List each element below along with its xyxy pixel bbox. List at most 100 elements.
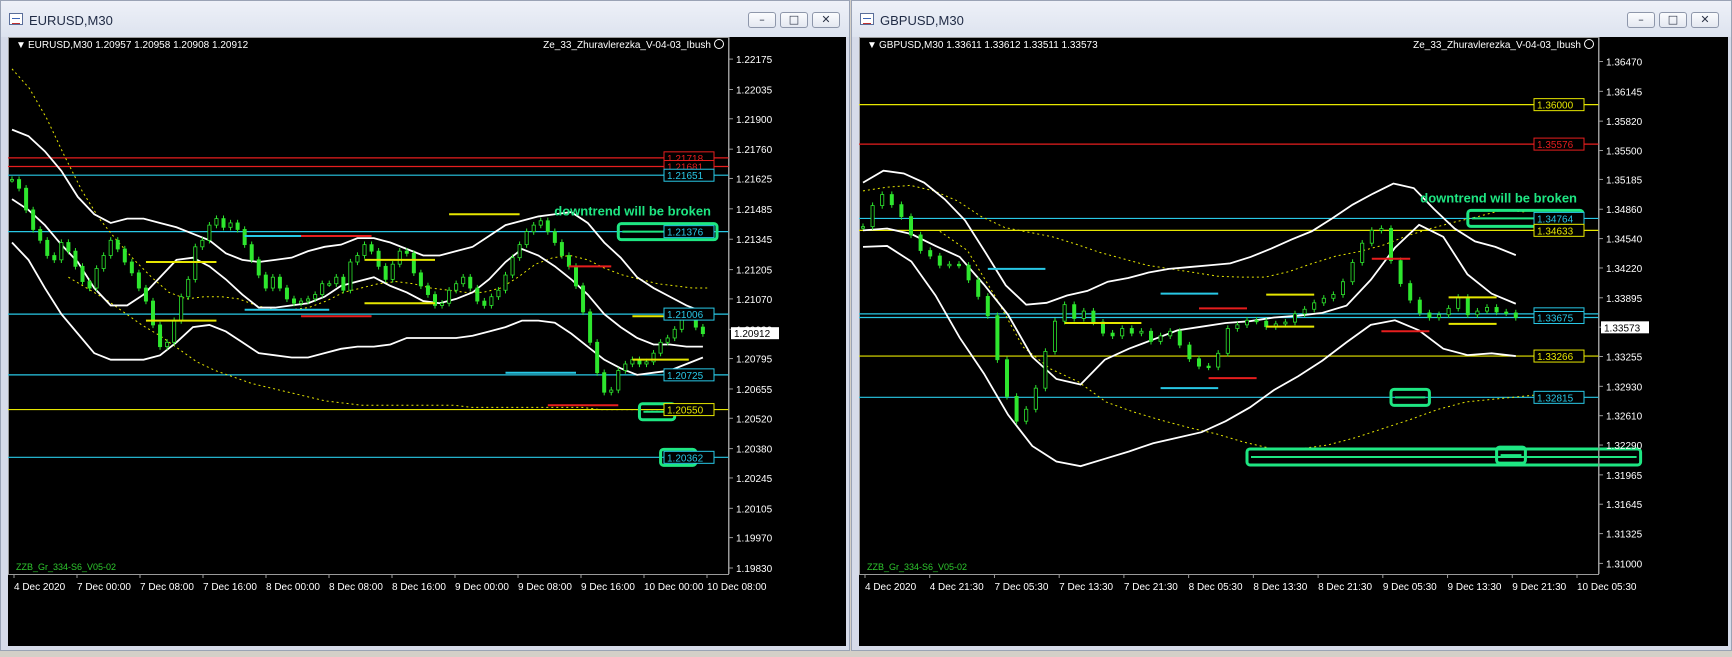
indicator-label: Ze_33_Zhuravlerezka_V-04-03_Ibush	[1413, 40, 1581, 51]
candle-body	[122, 248, 127, 263]
candle-body	[348, 261, 353, 291]
level-badge-label: 1.20550	[667, 406, 704, 417]
candle-body	[277, 276, 282, 289]
level-badge-label: 1.21376	[667, 228, 704, 239]
window-title: EURUSD,M30	[29, 13, 113, 28]
candle-body	[531, 224, 536, 233]
chart-window-eurusd[interactable]: EURUSD,M30 – □ ✕ downtrend will be broke…	[0, 0, 850, 651]
callout-text: downtrend will be broken	[1420, 190, 1577, 205]
candle-body	[1052, 320, 1057, 352]
candle-body	[10, 179, 15, 182]
chart-window-gbpusd[interactable]: GBPUSD,M30 – □ ✕ downtrend will be broke…	[851, 0, 1732, 651]
candle-body	[404, 250, 409, 254]
minimize-button[interactable]: –	[748, 12, 776, 28]
candle-body	[411, 252, 416, 274]
window-titlebar[interactable]: EURUSD,M30 – □ ✕	[1, 1, 849, 37]
smiley-icon	[714, 39, 724, 49]
close-button[interactable]: ✕	[1691, 12, 1719, 28]
candle-body	[510, 257, 515, 276]
candle-body	[24, 187, 29, 211]
candle-body	[489, 296, 494, 306]
candle-body	[889, 194, 894, 206]
candle-body	[1216, 352, 1221, 368]
candle-body	[1072, 304, 1077, 319]
candle-body	[918, 234, 923, 251]
price-tick-label: 1.21625	[736, 174, 773, 185]
candle-body	[390, 263, 395, 280]
candle-body	[616, 370, 621, 391]
price-tick-label: 1.35185	[1606, 175, 1643, 186]
time-tick-label: 10 Dec 00:00	[644, 582, 704, 593]
indicator-label: Ze_33_Zhuravlerezka_V-04-03_Ibush	[543, 40, 711, 51]
candle-body	[299, 300, 304, 304]
level-badge-label: 1.20725	[667, 371, 704, 382]
candle-body	[1437, 314, 1442, 318]
time-tick-label: 7 Dec 00:00	[77, 582, 131, 593]
window-titlebar[interactable]: GBPUSD,M30 – □ ✕	[852, 1, 1731, 37]
candle-body	[108, 239, 113, 256]
time-tick-label: 10 Dec 05:30	[1577, 582, 1637, 593]
candle-body	[80, 265, 85, 282]
close-button[interactable]: ✕	[812, 12, 840, 28]
candle-body	[172, 320, 177, 343]
chart-area[interactable]: downtrend will be broken 1.36470 1.36145 1.…	[859, 37, 1728, 646]
chart-window-icon	[9, 13, 23, 25]
price-tick-label: 1.20245	[736, 474, 773, 485]
candle-body	[158, 324, 163, 348]
candle-body	[665, 337, 670, 343]
candle-body	[200, 239, 205, 248]
close-icon: ✕	[821, 13, 831, 26]
maximize-button[interactable]: □	[1659, 12, 1687, 28]
candle-body	[1014, 396, 1019, 422]
candle-body	[284, 287, 289, 300]
minimize-button[interactable]: –	[1627, 12, 1655, 28]
time-tick-label: 9 Dec 21:30	[1512, 582, 1566, 593]
candle-body	[581, 285, 586, 313]
price-tick-label: 1.20520	[736, 414, 773, 425]
candle-body	[588, 311, 593, 343]
candle-body	[369, 244, 374, 252]
chart-area[interactable]: downtrend will be broken 1.22175 1.22035 1.…	[8, 37, 846, 646]
price-tick-label: 1.33895	[1606, 294, 1643, 305]
level-badge-label: 1.33675	[1537, 314, 1574, 325]
candle-body	[1043, 351, 1048, 389]
candle-body	[545, 220, 550, 233]
candle-body	[1024, 408, 1029, 422]
candle-body	[1321, 297, 1326, 304]
chart-info-label: EURUSD,M30 1.20957 1.20958 1.20908 1.209…	[28, 40, 249, 51]
level-badge-label: 1.21651	[667, 171, 704, 182]
time-tick-label: 8 Dec 05:30	[1189, 582, 1243, 593]
candle-body	[136, 272, 141, 289]
candle-body	[87, 281, 92, 289]
candle-body	[517, 244, 522, 259]
price-tick-label: 1.20380	[736, 445, 773, 456]
candle-body	[38, 229, 43, 241]
price-tick-label: 1.34860	[1606, 205, 1643, 216]
candle-body	[165, 341, 170, 348]
candle-body	[270, 276, 275, 289]
candle-body	[1244, 319, 1249, 326]
time-tick-label: 9 Dec 16:00	[581, 582, 635, 593]
candle-body	[468, 276, 473, 289]
candle-body	[870, 205, 875, 228]
price-tick-label: 1.22175	[736, 55, 773, 66]
candle-body	[1446, 307, 1451, 316]
chart-info-label: GBPUSD,M30 1.33611 1.33612 1.33511 1.335…	[879, 40, 1098, 51]
candle-body	[947, 263, 952, 267]
candle-body	[376, 250, 381, 267]
candle-body	[475, 287, 480, 302]
candle-body	[1004, 359, 1009, 397]
upper-band	[862, 169, 1517, 306]
candle-body	[1456, 296, 1461, 309]
candle-body	[1331, 294, 1336, 299]
candle-body	[101, 255, 106, 269]
candle-body	[256, 259, 261, 276]
candle-body	[1485, 307, 1490, 312]
candle-body	[214, 218, 219, 226]
candle-body	[1129, 328, 1134, 334]
candle-body	[1350, 262, 1355, 283]
maximize-button[interactable]: □	[780, 12, 808, 28]
smiley-icon	[1584, 39, 1594, 49]
candle-body	[31, 209, 36, 230]
candle-body	[291, 298, 296, 304]
